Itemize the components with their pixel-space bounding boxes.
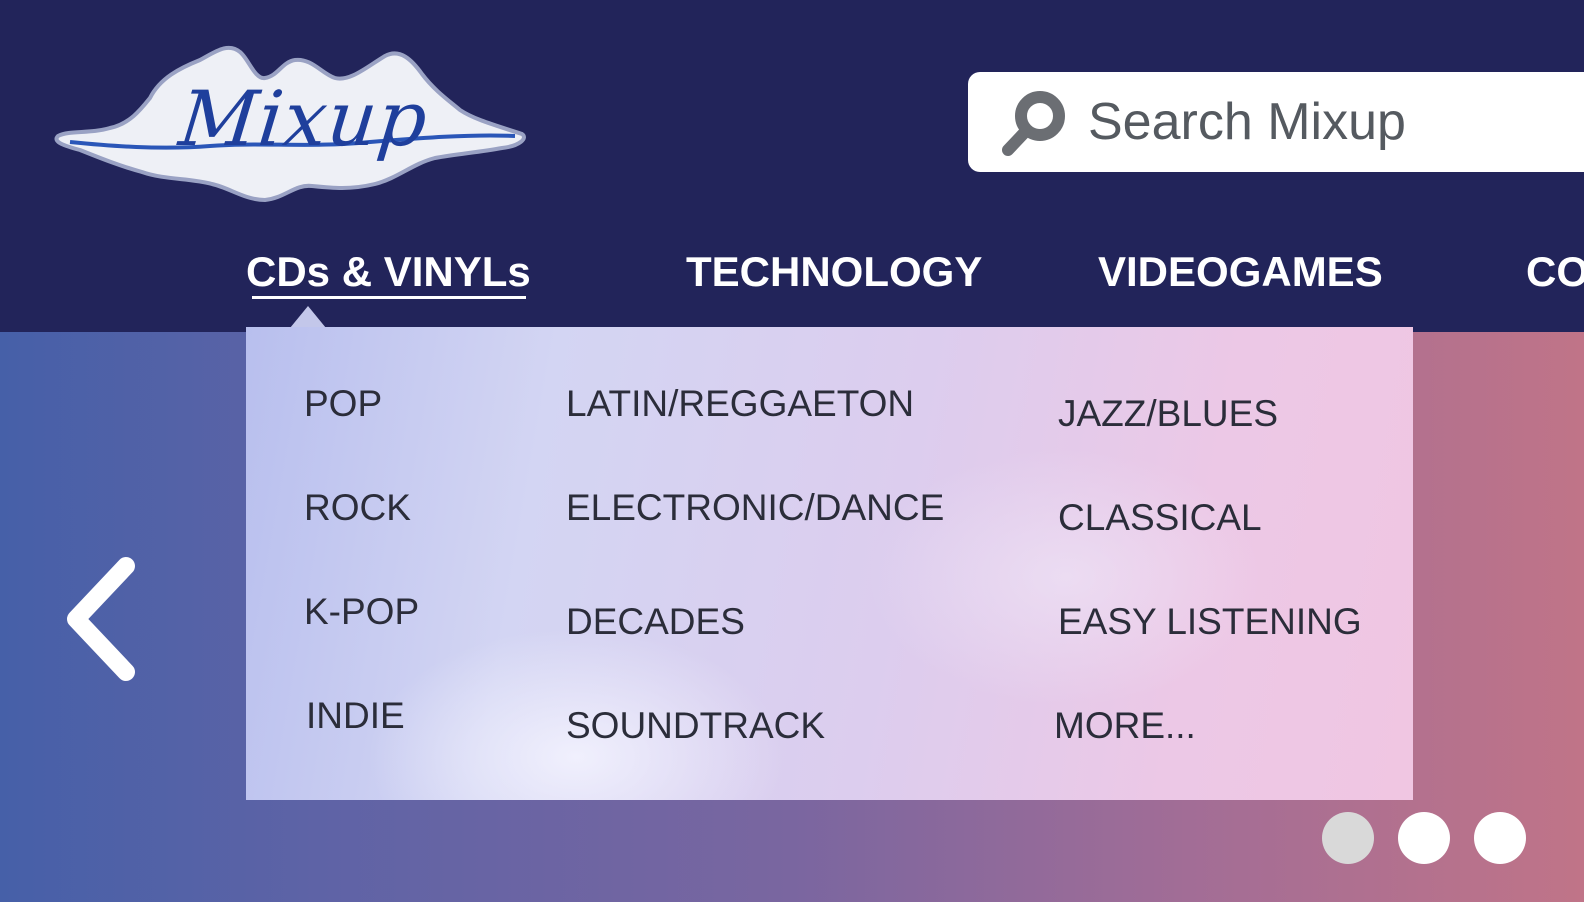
menu-item-indie[interactable]: INDIE: [306, 695, 405, 737]
search-bar[interactable]: [968, 72, 1584, 172]
menu-item-electronic-dance[interactable]: ELECTRONIC/DANCE: [566, 487, 944, 529]
menu-item-kpop[interactable]: K-POP: [304, 591, 419, 633]
carousel-dot-1[interactable]: [1322, 812, 1374, 864]
nav-technology[interactable]: TECHNOLOGY: [686, 248, 982, 296]
nav-cds-vinyls[interactable]: CDs & VINYLs: [246, 248, 531, 296]
nav-videogames[interactable]: VIDEOGAMES: [1098, 248, 1383, 296]
menu-item-pop[interactable]: POP: [304, 383, 382, 425]
menu-item-easy-listening[interactable]: EASY LISTENING: [1058, 601, 1362, 643]
menu-item-soundtrack[interactable]: SOUNDTRACK: [566, 705, 825, 747]
menu-item-rock[interactable]: ROCK: [304, 487, 411, 529]
carousel-dot-2[interactable]: [1398, 812, 1450, 864]
menu-item-decades[interactable]: DECADES: [566, 601, 745, 643]
genre-dropdown-menu: POP ROCK K-POP INDIE LATIN/REGGAETON ELE…: [246, 327, 1413, 800]
search-icon[interactable]: [1000, 88, 1070, 158]
menu-item-classical[interactable]: CLASSICAL: [1058, 497, 1262, 539]
dropdown-caret: [290, 306, 326, 328]
menu-item-latin-reggaeton[interactable]: LATIN/REGGAETON: [566, 383, 914, 425]
carousel-dot-3[interactable]: [1474, 812, 1526, 864]
menu-item-jazz-blues[interactable]: JAZZ/BLUES: [1058, 393, 1278, 435]
chevron-left-icon[interactable]: [60, 556, 140, 682]
menu-item-more[interactable]: MORE...: [1054, 705, 1196, 747]
mixup-logo[interactable]: Mixup: [50, 38, 530, 208]
logo-wordmark: Mixup: [175, 74, 433, 163]
dropdown-highlight-2: [866, 447, 1266, 707]
nav-active-underline: [252, 296, 526, 299]
nav-item-truncated[interactable]: CO: [1526, 248, 1584, 296]
search-input[interactable]: [1088, 90, 1568, 154]
site-header: Mixup CDs & VINYLs TECHNOLOGY VIDEOGAMES…: [0, 0, 1584, 332]
